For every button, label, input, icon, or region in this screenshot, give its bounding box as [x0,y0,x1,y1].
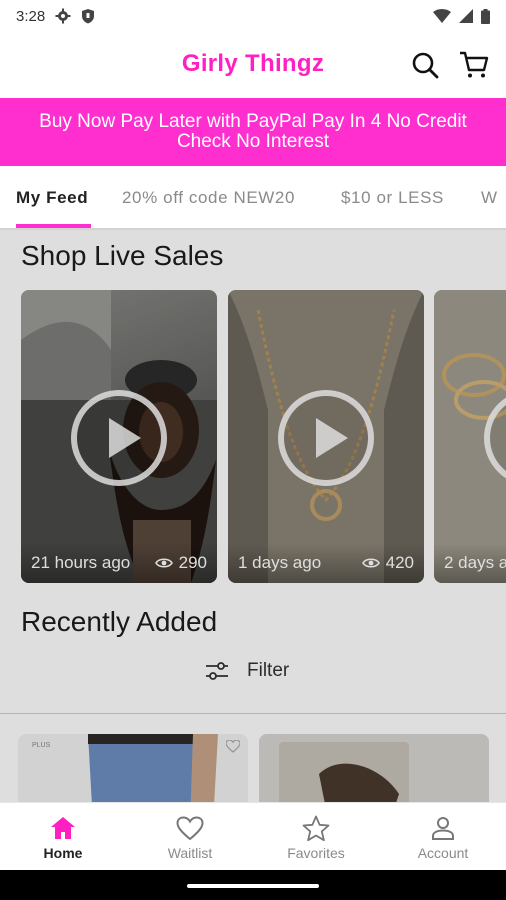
person-icon [432,817,454,840]
tab-my-feed[interactable]: My Feed [16,188,88,208]
promo-banner[interactable]: Buy Now Pay Later with PayPal Pay In 4 N… [0,98,506,166]
settings-gear-icon [55,8,71,24]
nav-account-label: Account [417,845,469,861]
nav-waitlist[interactable]: Waitlist [127,813,253,861]
promo-banner-line2: Check No Interest [176,131,330,152]
tab-partial[interactable]: W [481,188,498,208]
heart-icon [176,815,204,840]
battery-icon [481,8,490,24]
wifi-icon [433,9,451,23]
tab-10-or-less[interactable]: $10 or LESS [341,188,444,208]
nav-home-label: Home [43,845,83,861]
app-bar: Girly Thingz [0,32,506,98]
nav-waitlist-label: Waitlist [167,845,213,861]
status-right [433,8,490,24]
nav-home[interactable]: Home [0,813,126,861]
gesture-handle[interactable] [187,884,319,888]
search-icon [412,52,439,79]
home-icon [51,817,75,839]
feed-content: Shop Live Sales 21 hours ago 290 1 days … [0,232,506,802]
status-bar: 3:28 [0,0,506,32]
star-icon [302,815,330,841]
cell-signal-icon [459,9,473,23]
system-gesture-bar [0,870,506,900]
cart-icon [460,51,489,78]
promo-banner-line1: Buy Now Pay Later with PayPal Pay In 4 N… [39,111,467,132]
nav-account[interactable]: Account [380,813,506,861]
dim-overlay [0,232,506,802]
status-left: 3:28 [16,8,95,25]
bottom-navigation: Home Waitlist Favorites Account [0,802,506,871]
search-button[interactable] [409,49,441,81]
tab-20-off-code[interactable]: 20% off code NEW20 [122,188,295,208]
nav-favorites-label: Favorites [287,845,345,861]
status-time: 3:28 [16,7,46,25]
shield-icon [82,9,95,24]
feed-tabs: My Feed 20% off code NEW20 $10 or LESS W [0,166,506,228]
cart-button[interactable] [458,49,490,81]
nav-favorites[interactable]: Favorites [253,813,379,861]
